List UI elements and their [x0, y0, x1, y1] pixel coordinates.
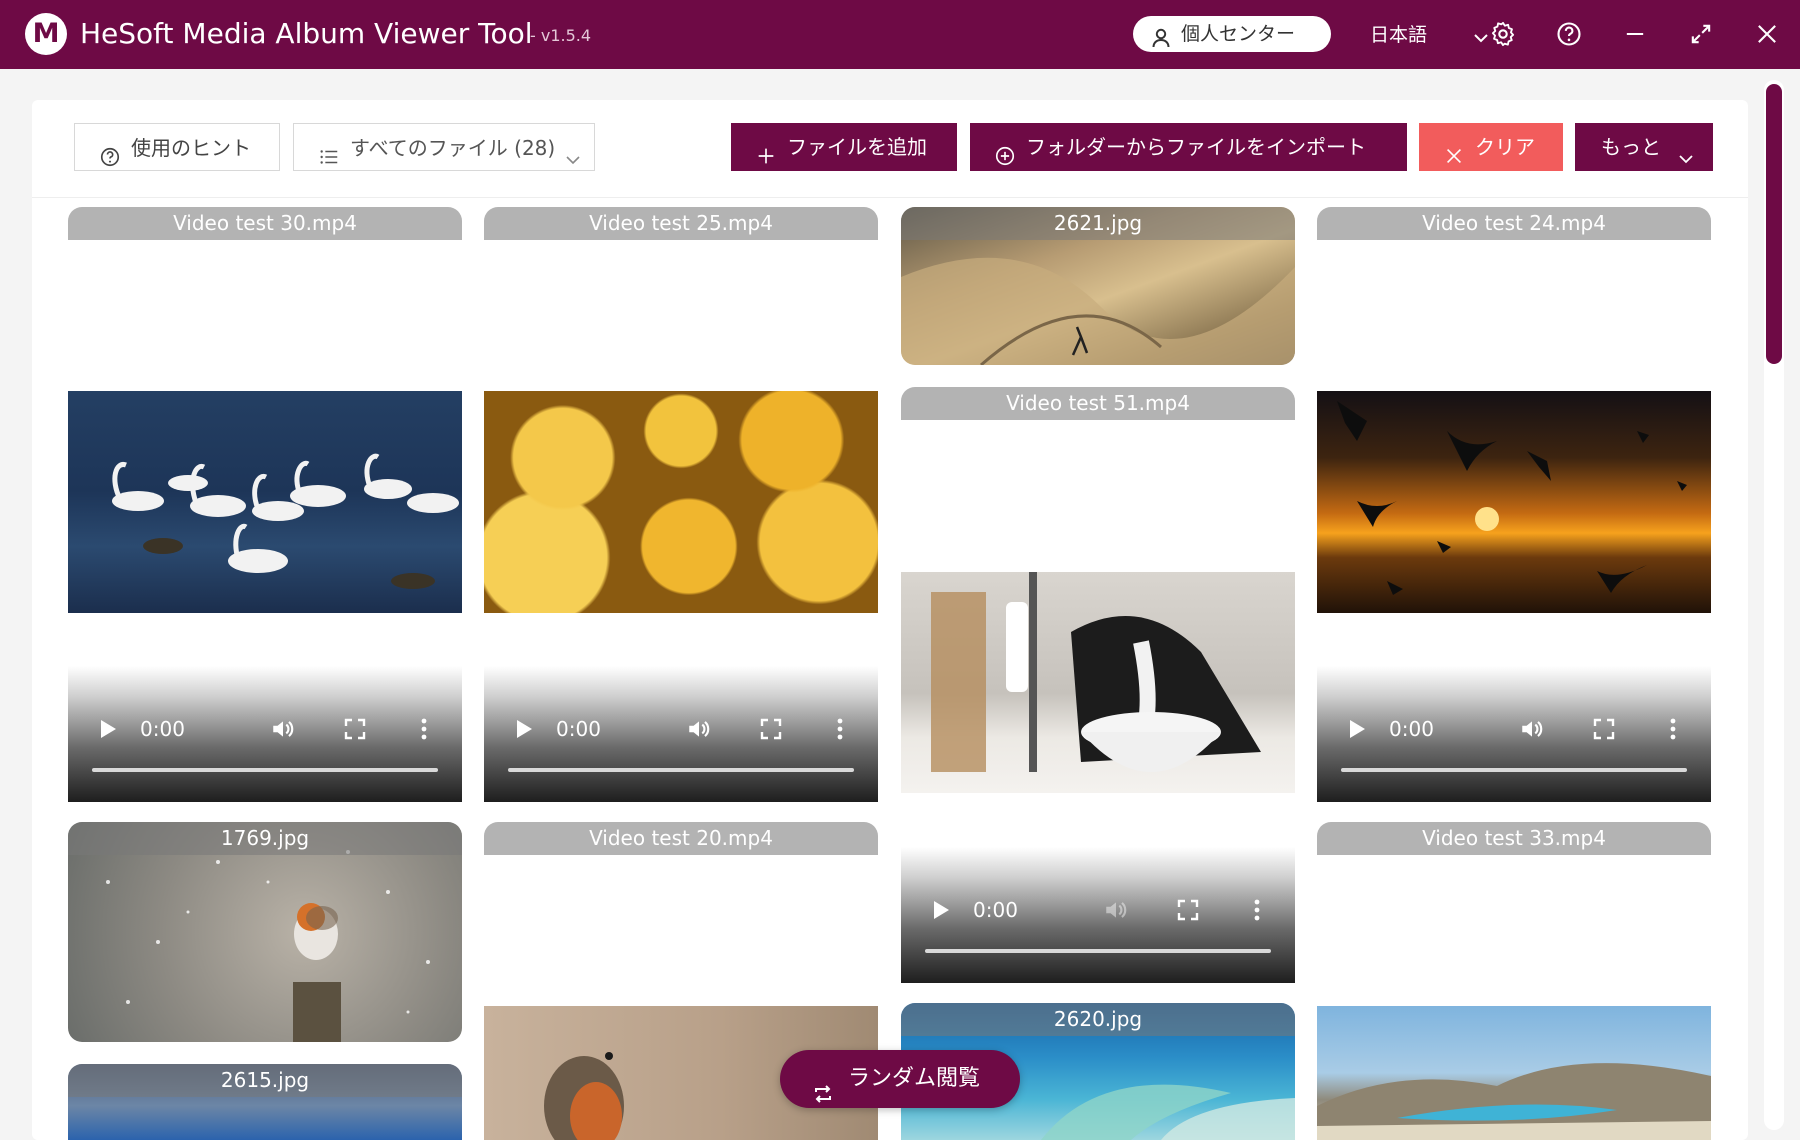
- fullscreen-icon[interactable]: [1177, 899, 1199, 925]
- user-icon: [1151, 24, 1171, 60]
- file-filter-select[interactable]: すべてのファイル (28): [293, 123, 595, 171]
- image-card[interactable]: 2621.jpg: [901, 207, 1295, 365]
- progress-bar[interactable]: [508, 768, 854, 772]
- add-file-label: ファイルを追加: [787, 135, 927, 159]
- help-circle-icon: [99, 137, 121, 185]
- toolbar: 使用のヒント すべてのファイル (28) ファイルを追加 フォルダーからファイル…: [32, 100, 1748, 198]
- app-window: M HeSoft Media Album Viewer Tool - v1.5.…: [0, 0, 1800, 1140]
- file-name-label: Video test 33.mp4: [1317, 822, 1711, 855]
- scrollbar-thumb[interactable]: [1766, 84, 1782, 364]
- image-thumbnail: [68, 822, 462, 1042]
- video-card[interactable]: Video test 25.mp4 0:00: [484, 207, 878, 802]
- more-options-icon[interactable]: [836, 718, 844, 744]
- help-icon[interactable]: [1555, 20, 1583, 48]
- video-thumbnail: [901, 572, 1295, 793]
- progress-bar[interactable]: [925, 949, 1271, 953]
- video-card[interactable]: Video test 33.mp4: [1317, 822, 1711, 1140]
- repeat-icon: [812, 1069, 834, 1127]
- file-name-label: Video test 24.mp4: [1317, 207, 1711, 240]
- volume-icon[interactable]: [270, 716, 296, 746]
- list-icon: [318, 137, 340, 185]
- video-thumbnail: [1317, 391, 1711, 613]
- language-label: 日本語: [1370, 24, 1428, 46]
- chevron-down-icon: [1677, 137, 1695, 185]
- play-icon[interactable]: [98, 718, 118, 744]
- video-player[interactable]: 0:00: [1317, 666, 1711, 802]
- play-icon[interactable]: [931, 899, 951, 925]
- app-version: - v1.5.4: [530, 26, 592, 45]
- settings-gear-icon[interactable]: [1489, 20, 1517, 48]
- more-options-icon[interactable]: [420, 718, 428, 744]
- content-panel: 使用のヒント すべてのファイル (28) ファイルを追加 フォルダーからファイル…: [32, 100, 1748, 1140]
- play-icon[interactable]: [514, 718, 534, 744]
- file-name-label: 1769.jpg: [68, 822, 462, 855]
- video-thumbnail: [68, 391, 462, 613]
- app-logo: M: [25, 13, 67, 55]
- plus-icon: [755, 136, 777, 184]
- fullscreen-icon[interactable]: [1593, 718, 1615, 744]
- profile-label: 個人センター: [1181, 23, 1296, 45]
- chevron-down-icon: [564, 138, 582, 186]
- file-name-label: 2615.jpg: [68, 1064, 462, 1097]
- profile-button[interactable]: 個人センター: [1133, 16, 1331, 52]
- volume-icon[interactable]: [1103, 897, 1129, 927]
- maximize-icon[interactable]: [1687, 20, 1715, 48]
- progress-bar[interactable]: [92, 768, 438, 772]
- video-player[interactable]: 0:00: [484, 666, 878, 802]
- time-display: 0:00: [973, 898, 1018, 922]
- import-from-folder-button[interactable]: フォルダーからファイルをインポート: [970, 123, 1407, 171]
- play-icon[interactable]: [1347, 718, 1367, 744]
- media-grid: Video test 30.mp4 0:00 1769.jpg 2615.jpg…: [32, 198, 1748, 1140]
- video-card[interactable]: Video test 30.mp4 0:00: [68, 207, 462, 802]
- minimize-icon[interactable]: [1621, 20, 1649, 48]
- more-options-icon[interactable]: [1669, 718, 1677, 744]
- random-view-label: ランダム閲覧: [848, 1066, 981, 1091]
- file-name-label: 2620.jpg: [901, 1003, 1295, 1036]
- file-name-label: 2621.jpg: [901, 207, 1295, 240]
- more-button[interactable]: もっと: [1575, 123, 1713, 171]
- random-view-button[interactable]: ランダム閲覧: [780, 1050, 1020, 1108]
- time-display: 0:00: [1389, 717, 1434, 741]
- progress-bar[interactable]: [1341, 768, 1687, 772]
- file-name-label: Video test 30.mp4: [68, 207, 462, 240]
- video-player[interactable]: 0:00: [901, 847, 1295, 983]
- video-player[interactable]: 0:00: [68, 666, 462, 802]
- file-name-label: Video test 51.mp4: [901, 387, 1295, 420]
- image-card[interactable]: 2615.jpg: [68, 1064, 462, 1140]
- chevron-down-icon: [1472, 26, 1490, 56]
- clear-button[interactable]: クリア: [1419, 123, 1563, 171]
- video-card[interactable]: Video test 24.mp4 0:00: [1317, 207, 1711, 802]
- file-name-label: Video test 25.mp4: [484, 207, 878, 240]
- volume-icon[interactable]: [1519, 716, 1545, 746]
- file-filter-label: すべてのファイル (28): [350, 136, 556, 160]
- more-label: もっと: [1601, 135, 1661, 159]
- fullscreen-icon[interactable]: [760, 718, 782, 744]
- language-select[interactable]: 日本語: [1370, 20, 1488, 50]
- add-file-button[interactable]: ファイルを追加: [731, 123, 957, 171]
- usage-hint-label: 使用のヒント: [131, 136, 251, 160]
- file-name-label: Video test 20.mp4: [484, 822, 878, 855]
- title-bar: M HeSoft Media Album Viewer Tool - v1.5.…: [0, 0, 1800, 69]
- video-card[interactable]: Video test 51.mp4 0:00: [901, 387, 1295, 983]
- close-icon: [1443, 136, 1465, 184]
- app-title: HeSoft Media Album Viewer Tool: [80, 17, 533, 50]
- import-from-folder-label: フォルダーからファイルをインポート: [1026, 135, 1366, 159]
- video-thumbnail: [484, 391, 878, 613]
- fullscreen-icon[interactable]: [344, 718, 366, 744]
- time-display: 0:00: [140, 717, 185, 741]
- time-display: 0:00: [556, 717, 601, 741]
- volume-icon[interactable]: [686, 716, 712, 746]
- image-card[interactable]: 1769.jpg: [68, 822, 462, 1042]
- usage-hint-button[interactable]: 使用のヒント: [74, 123, 280, 171]
- more-options-icon[interactable]: [1253, 899, 1261, 925]
- clear-label: クリア: [1475, 135, 1535, 159]
- video-thumbnail: [1317, 1006, 1711, 1140]
- plus-circle-icon: [994, 136, 1016, 184]
- close-icon[interactable]: [1753, 20, 1781, 48]
